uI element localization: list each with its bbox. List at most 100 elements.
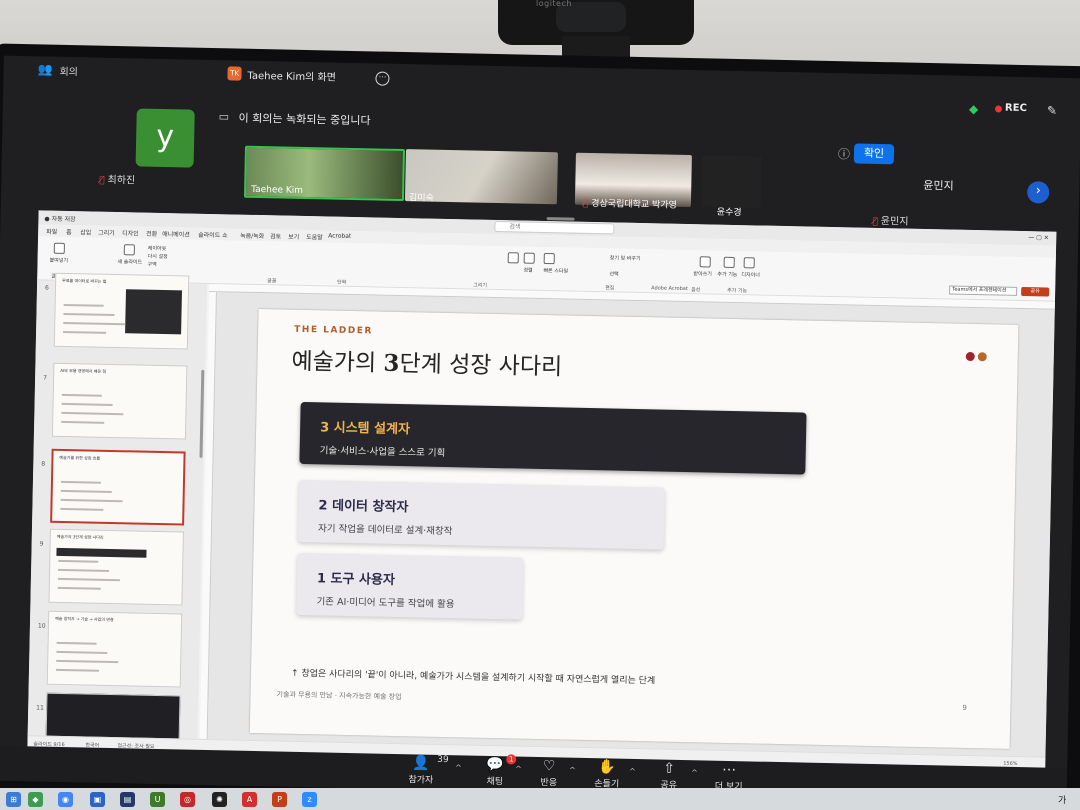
ribbon-group-label: 편집 bbox=[605, 285, 615, 292]
shield-icon[interactable]: ◆ bbox=[969, 102, 979, 116]
participant-video-4[interactable] bbox=[700, 155, 762, 209]
decor-dot-orange bbox=[977, 352, 987, 362]
people-icon: 👥 bbox=[37, 62, 53, 77]
ladder-step-2[interactable]: 2 데이터 창작자 자기 작업을 데이터로 설계·재창작 bbox=[297, 479, 665, 550]
windows-start-icon[interactable]: ⊞ bbox=[6, 792, 21, 807]
ribbon-tab[interactable]: 그리기 bbox=[98, 228, 115, 237]
ribbon-tab[interactable]: 애니메이션 bbox=[162, 229, 190, 239]
ribbon-group-label: 단락 bbox=[337, 279, 347, 286]
app-icon-green[interactable]: ◆ bbox=[28, 792, 43, 807]
shape-grid-icon[interactable] bbox=[507, 252, 519, 264]
ribbon-tab[interactable]: 디자인 bbox=[122, 228, 139, 237]
app-icon-blue[interactable]: ▣ bbox=[90, 792, 105, 807]
add-ins-icon[interactable] bbox=[723, 256, 735, 268]
thumbnail-number: 6 bbox=[44, 284, 49, 292]
ribbon-tab[interactable]: 도움말 bbox=[306, 232, 323, 241]
quick-styles-icon[interactable] bbox=[543, 252, 555, 265]
zoom-icon[interactable]: z bbox=[302, 792, 317, 807]
ribbon-button[interactable]: 추가 기능 bbox=[717, 271, 737, 278]
taskbar-clock: 가 bbox=[1058, 796, 1067, 806]
ribbon-tab[interactable]: 검토 bbox=[270, 231, 281, 240]
ribbon-button[interactable]: 받아쓰기 bbox=[693, 270, 712, 277]
step-2-desc: 자기 작업을 데이터로 설계·재창작 bbox=[317, 523, 453, 538]
chevron-up-icon[interactable]: ^ bbox=[569, 766, 576, 775]
ribbon-tab[interactable]: 삽입 bbox=[80, 227, 91, 236]
ribbon-tab[interactable]: 전환 bbox=[146, 229, 157, 238]
ribbon-tab[interactable]: 홈 bbox=[66, 227, 72, 236]
pen-icon[interactable]: ✎ bbox=[1047, 104, 1057, 118]
app-icon-navy[interactable]: ▤ bbox=[120, 792, 135, 807]
thumbnail-title: 무료를 데이터로 바꾸는 법 bbox=[62, 277, 107, 284]
ribbon-tab[interactable]: 슬라이드 쇼 bbox=[198, 230, 228, 240]
recording-notice: 이 회의는 녹화되는 중입니다 bbox=[238, 111, 371, 128]
next-page-button[interactable]: › bbox=[1027, 181, 1050, 204]
chevron-up-icon[interactable]: ^ bbox=[455, 763, 462, 772]
participants-label: 참가자 bbox=[408, 775, 434, 786]
info-icon[interactable]: ⓘ bbox=[838, 145, 850, 162]
participants-count: 39 bbox=[437, 754, 449, 766]
search-input[interactable]: 검색 bbox=[494, 220, 615, 235]
dictate-icon[interactable] bbox=[699, 256, 711, 268]
paste-icon[interactable] bbox=[53, 242, 65, 254]
thumbnail-number: 10 bbox=[37, 622, 46, 630]
slide-thumbnail[interactable]: 예술 창작자 → 기술 → 사업의 연결 bbox=[46, 610, 183, 688]
ribbon-button[interactable]: 레이아웃 bbox=[148, 245, 167, 252]
ribbon-button[interactable]: 붙여넣기 bbox=[50, 257, 69, 264]
step-1-desc: 기존 AI·미디어 도구를 작업에 활용 bbox=[316, 596, 455, 611]
window-controls-icon[interactable]: — ▢ ✕ bbox=[1028, 234, 1049, 241]
autosave-icon[interactable]: ● 자동 저장 bbox=[44, 214, 75, 224]
monitor: 👥 회의 TK Taehee Kim의 화면 ··· ◆ REC ✎ y ▭ 이… bbox=[0, 43, 1080, 810]
meeting-label[interactable]: 회의 bbox=[59, 63, 78, 78]
slide-thumbnail[interactable]: 예술가를 위한 성장 흐름 bbox=[50, 448, 186, 526]
thumbnail-text-line bbox=[60, 480, 101, 484]
reactions-label: 반응 bbox=[540, 778, 558, 789]
participant-name-yoon: 윤민지 bbox=[923, 178, 954, 193]
new-slide-icon[interactable] bbox=[123, 244, 135, 256]
slide-thumbnail[interactable]: AI와 무용 경영에서 배운 점 bbox=[51, 362, 188, 440]
ribbon-button[interactable]: 다시 설정 bbox=[148, 253, 168, 260]
chevron-up-icon[interactable]: ^ bbox=[691, 768, 698, 777]
thumbnail-text-line bbox=[60, 498, 123, 503]
ribbon-tab[interactable]: 보기 bbox=[288, 232, 299, 241]
webcam-brand-label: logitech bbox=[536, 0, 572, 8]
more-options-icon[interactable]: ··· bbox=[375, 71, 390, 86]
designer-icon[interactable] bbox=[743, 257, 755, 269]
step-3-title: 3 시스템 설계자 bbox=[319, 420, 411, 438]
ribbon-tab[interactable]: Acrobat bbox=[328, 232, 351, 239]
ladder-step-3[interactable]: 3 시스템 설계자 기술·서비스·사업을 스스로 기획 bbox=[299, 401, 807, 475]
ribbon-button[interactable]: 찾기 및 바꾸기 bbox=[610, 254, 641, 262]
participant-name-1: Taehee Kim bbox=[251, 184, 304, 196]
slide-thumbnail[interactable]: 무료를 데이터로 바꾸는 법 bbox=[53, 272, 190, 350]
ribbon-button[interactable]: 정렬 bbox=[523, 267, 532, 274]
confirm-button[interactable]: 확인 bbox=[853, 143, 895, 165]
ribbon-tab[interactable]: 녹음/녹화 bbox=[240, 231, 264, 241]
resize-handle[interactable] bbox=[546, 217, 575, 221]
slide-thumbnail[interactable]: 예술가의 3단계 성장 사다리 bbox=[48, 528, 184, 606]
chevron-up-icon[interactable]: ^ bbox=[629, 767, 636, 776]
ribbon-button[interactable]: 선택 bbox=[609, 270, 618, 277]
rec-label[interactable]: REC bbox=[1005, 103, 1027, 114]
ladder-step-1[interactable]: 1 도구 사용자 기존 AI·미디어 도구를 작업에 활용 bbox=[296, 552, 524, 620]
sharer-label[interactable]: Taehee Kim의 화면 bbox=[247, 67, 336, 84]
thumbnail-text-line bbox=[61, 402, 113, 406]
ribbon-button[interactable]: 디자이너 bbox=[741, 271, 760, 278]
app-icon-u[interactable]: U bbox=[150, 792, 165, 807]
chrome-icon[interactable]: ◉ bbox=[58, 792, 73, 807]
slide[interactable]: THE LADDER 예술가의 3단계 성장 사다리 3 시스템 설계자 기술·… bbox=[249, 309, 1019, 749]
chat-label: 채팅 bbox=[486, 776, 504, 788]
ribbon-group-label: 그리기 bbox=[473, 282, 488, 289]
participant-avatar-tile[interactable]: y bbox=[135, 108, 195, 168]
present-in-teams-button[interactable]: Teams에서 프레젠테이션 bbox=[949, 285, 1018, 296]
ppt-share-button[interactable]: 공유 bbox=[1021, 287, 1050, 297]
chatgpt-icon[interactable]: ✺ bbox=[212, 792, 227, 807]
ribbon-button[interactable]: 구역 bbox=[147, 261, 156, 268]
thumbnail-title: 예술 창작자 → 기술 → 사업의 연결 bbox=[55, 615, 114, 623]
powerpoint-icon[interactable]: P bbox=[272, 792, 287, 807]
app-icon-red[interactable]: ◎ bbox=[180, 792, 195, 807]
acrobat-icon[interactable]: A bbox=[242, 792, 257, 807]
ribbon-button[interactable]: 새 슬라이드 bbox=[118, 258, 143, 266]
thumbnail-text-line bbox=[55, 668, 100, 672]
ribbon-tab[interactable]: 파일 bbox=[46, 227, 57, 236]
arrange-icon[interactable] bbox=[523, 252, 535, 264]
ribbon-button[interactable]: 빠른 스타일 bbox=[543, 267, 568, 275]
